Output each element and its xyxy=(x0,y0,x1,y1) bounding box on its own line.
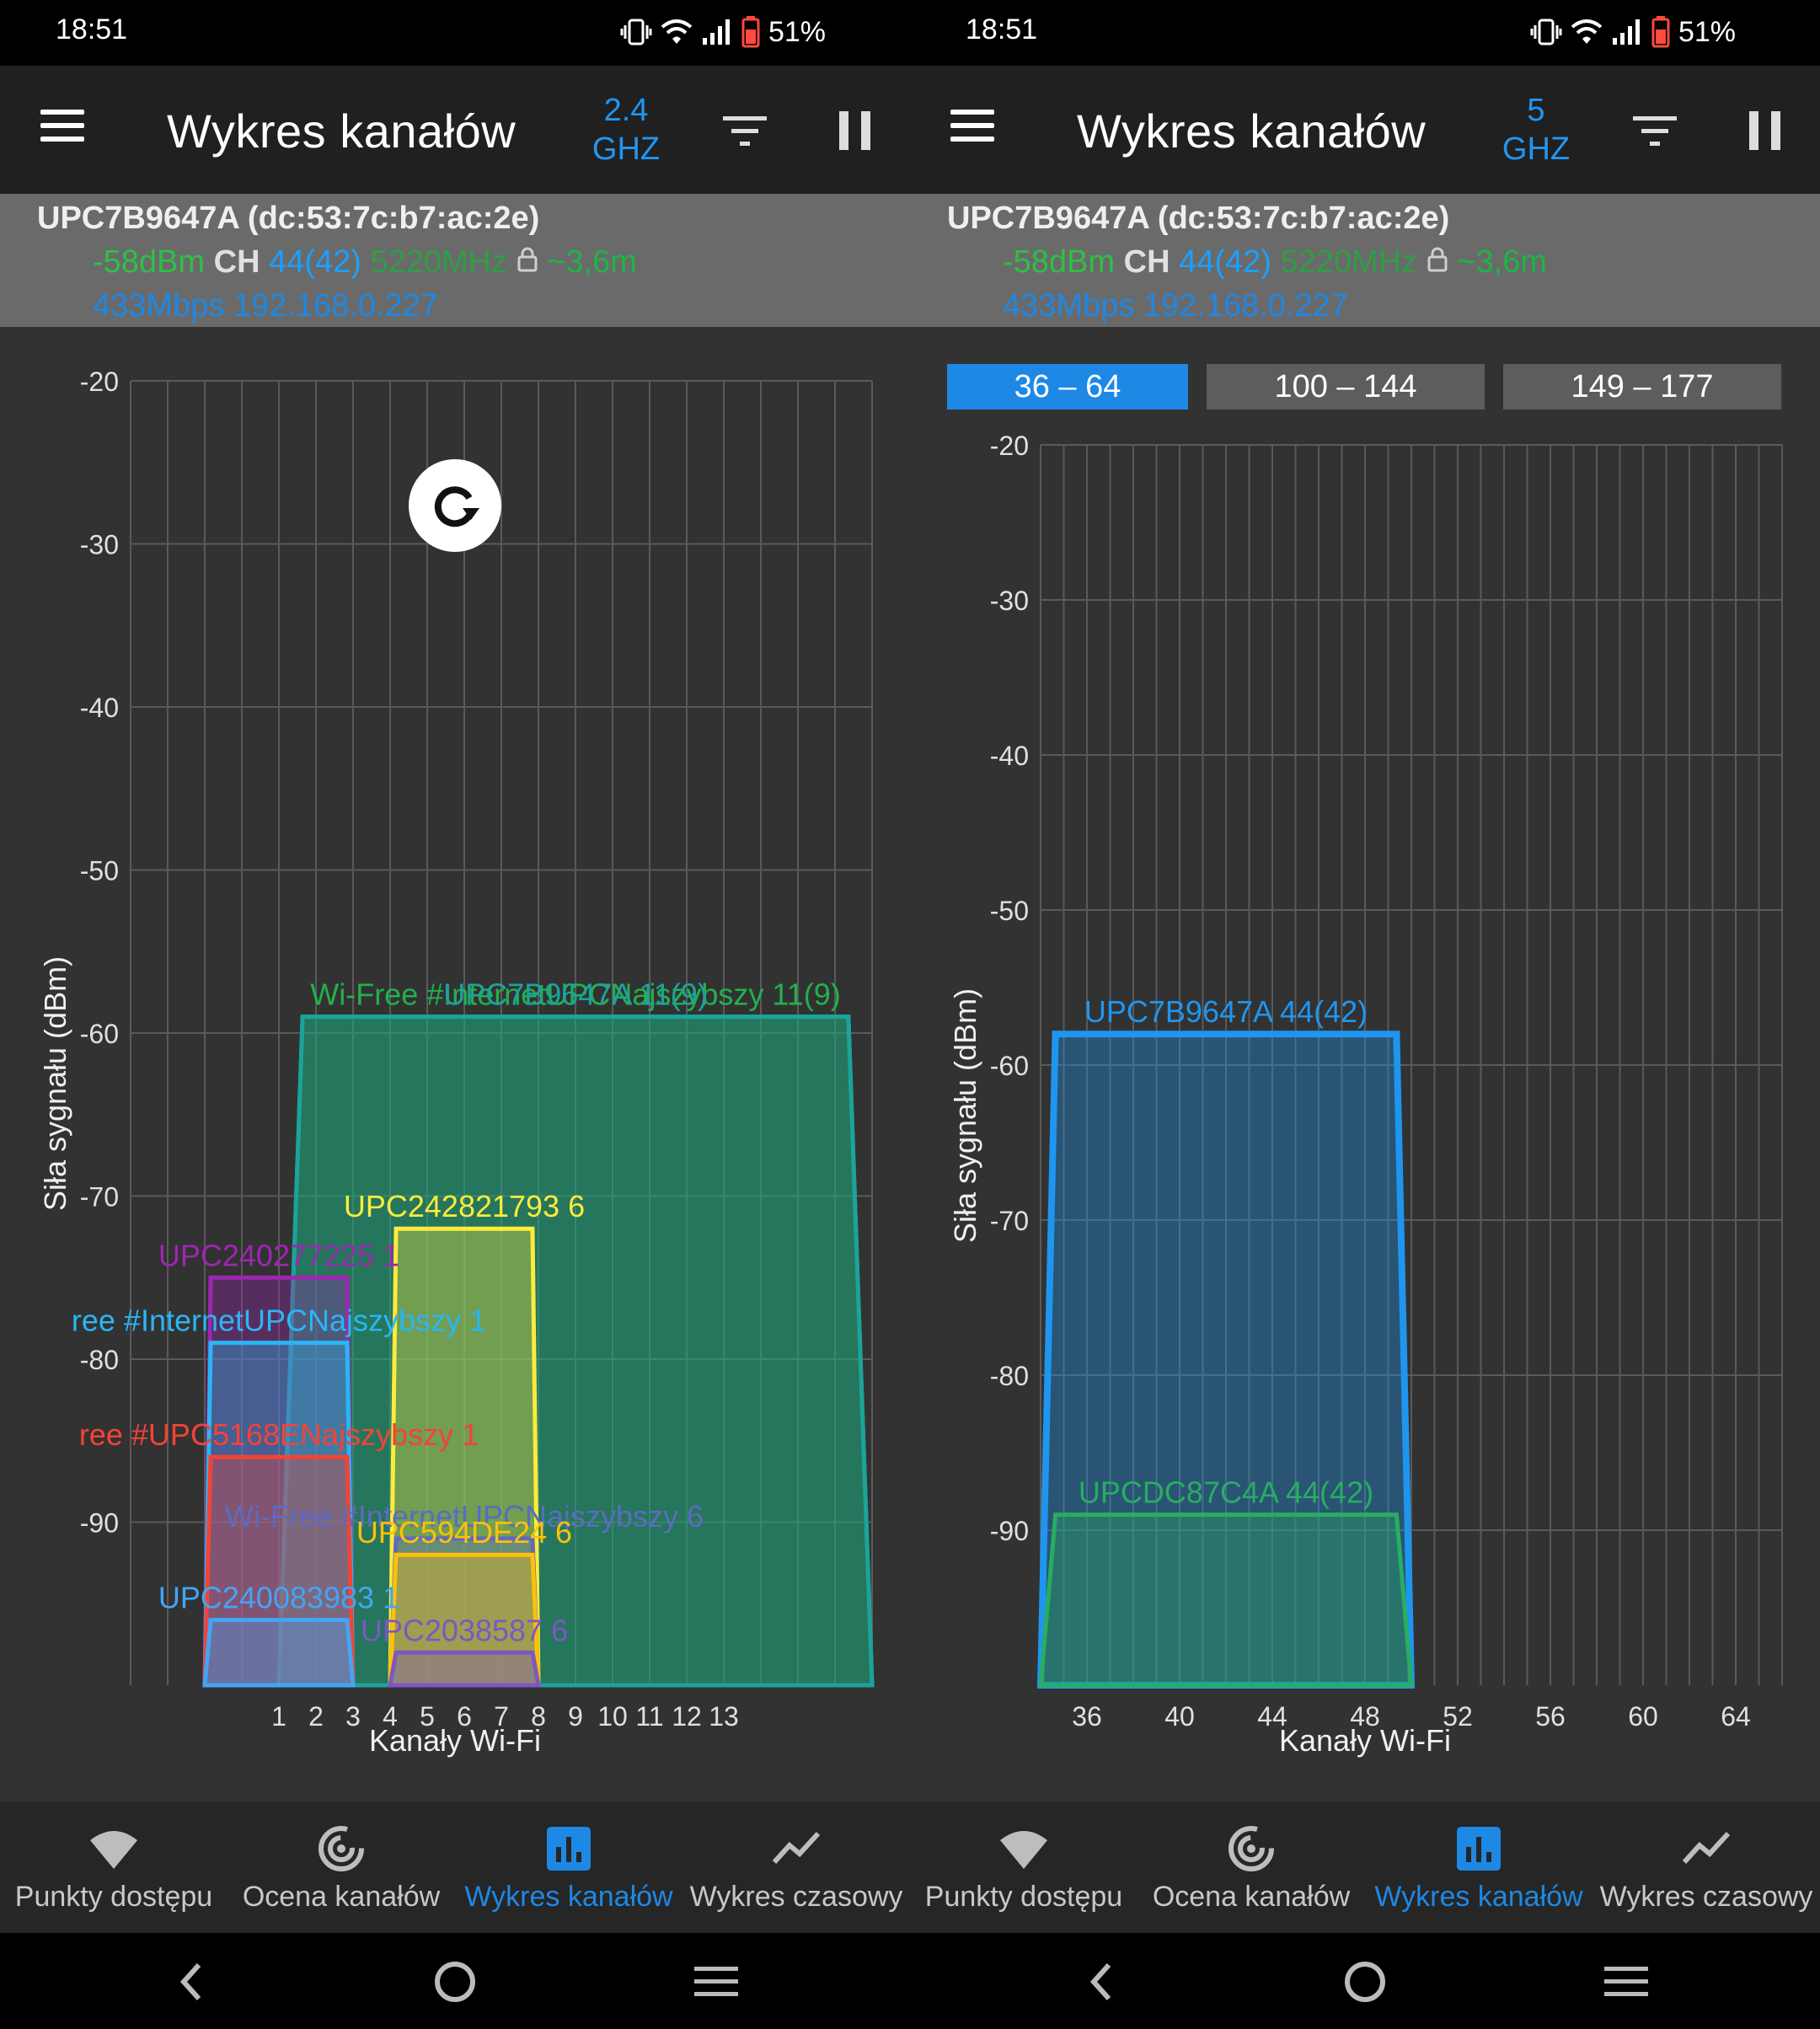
y-tick-label: -50 xyxy=(80,856,119,886)
wifi-icon xyxy=(1000,1831,1047,1869)
nav-access-points[interactable]: Punkty dostępu xyxy=(910,1801,1138,1933)
series-label: UPCDC87C4A 44(42) xyxy=(1079,1475,1373,1510)
recents-icon[interactable] xyxy=(1601,1958,1651,2005)
bar-chart-icon xyxy=(1457,1827,1501,1871)
nav-access-points[interactable]: Punkty dostępu xyxy=(0,1801,228,1933)
nav-channel-graph[interactable]: Wykres kanałów xyxy=(455,1801,682,1933)
series-label: UPC594DE24 6 xyxy=(356,1515,572,1550)
refresh-button[interactable] xyxy=(409,459,501,552)
x-tick-label: 64 xyxy=(1721,1701,1751,1732)
x-tick-label: 13 xyxy=(709,1701,739,1732)
bottom-navigation: Punkty dostępu Ocena kanałów Wykres kana… xyxy=(910,1801,1820,1933)
bottom-navigation: Punkty dostępu Ocena kanałów Wykres kana… xyxy=(0,1801,910,1933)
x-tick-label: 10 xyxy=(597,1701,628,1732)
series-label: UPC2038587 6 xyxy=(361,1613,568,1647)
channel-graph: -20-30-40-50-60-70-80-9036 40 44 48 52 56 60 64… xyxy=(948,431,1783,1758)
y-tick-label: -40 xyxy=(990,741,1029,771)
series-label: UPC7B9647A 11(9) xyxy=(443,977,708,1012)
line-chart-icon xyxy=(1682,1831,1731,1865)
series-area xyxy=(1038,1512,1414,1688)
nav-channel-rating[interactable]: Ocena kanałów xyxy=(228,1801,455,1933)
bar-chart-icon xyxy=(547,1827,591,1871)
nav-label: Wykres czasowy xyxy=(1599,1881,1813,1913)
y-tick-label: -50 xyxy=(990,896,1029,926)
back-icon[interactable] xyxy=(167,1958,217,2005)
y-tick-label: -20 xyxy=(990,431,1029,461)
y-tick-label: -90 xyxy=(990,1516,1029,1546)
nav-channel-rating[interactable]: Ocena kanałów xyxy=(1138,1801,1365,1933)
nav-label: Wykres kanałów xyxy=(1374,1881,1583,1913)
screen-5ghz: 18:51 51% Wykres kanałów 5 GHZ UPC7B9647… xyxy=(910,0,1820,2029)
radar-icon xyxy=(318,1826,364,1871)
home-icon[interactable] xyxy=(1340,1958,1390,2005)
channel-chart-2-4ghz: -20 -30 -40 -50 -60 -70 -80 -90 1 2 3 4 5 6 7 8 9 10 11 12 1… xyxy=(0,0,910,1806)
line-chart-icon xyxy=(772,1831,821,1865)
y-tick-label: -30 xyxy=(80,530,119,560)
radar-icon xyxy=(1228,1826,1274,1871)
nav-label: Wykres kanałów xyxy=(464,1881,673,1913)
system-navigation xyxy=(0,1933,910,2029)
y-tick-label: -80 xyxy=(80,1345,119,1375)
series-label: UPC240277225 1 xyxy=(158,1238,399,1272)
refresh-icon xyxy=(434,486,479,527)
channel-chart-5ghz: -20 -30 -40 -50 -60 -70 -80 -90 36 40 44 48 52 56 60 64… xyxy=(910,0,1820,1806)
y-tick-label: -90 xyxy=(80,1508,119,1539)
series-label: ree #InternetUPCNajszybszy 1 xyxy=(72,1304,486,1338)
x-tick-label: 56 xyxy=(1535,1701,1566,1732)
y-tick-label: -20 xyxy=(80,367,119,397)
screen-2-4ghz: 18:51 51% Wykres kanałów 2.4 GHZ UPC7B96… xyxy=(0,0,910,2029)
wifi-icon xyxy=(90,1831,137,1869)
x-tick-label: 12 xyxy=(672,1701,702,1732)
nav-time-graph[interactable]: Wykres czasowy xyxy=(682,1801,910,1933)
system-navigation xyxy=(910,1933,1820,2029)
x-axis-label: Kanały Wi-Fi xyxy=(1279,1723,1451,1758)
series-label: UPC240083983 1 xyxy=(158,1581,399,1615)
nav-label: Ocena kanałów xyxy=(1152,1881,1351,1913)
y-tick-label: -60 xyxy=(990,1051,1029,1081)
y-axis-label: Siła sygnału (dBm) xyxy=(948,988,982,1243)
series-label: UPC242821793 6 xyxy=(344,1189,585,1223)
x-tick-label: 40 xyxy=(1164,1701,1195,1732)
back-icon[interactable] xyxy=(1077,1958,1127,2005)
x-tick-label: 60 xyxy=(1628,1701,1658,1732)
x-tick-label: 11 xyxy=(635,1701,663,1732)
y-tick-label: -70 xyxy=(80,1182,119,1213)
x-tick-label: 36 xyxy=(1072,1701,1102,1732)
y-tick-label: -60 xyxy=(80,1019,119,1049)
x-tick-label: 3 xyxy=(345,1701,361,1732)
recents-icon[interactable] xyxy=(691,1958,741,2005)
series-area xyxy=(388,1650,541,1688)
y-tick-label: -30 xyxy=(990,586,1029,616)
x-axis-label: Kanały Wi-Fi xyxy=(369,1723,541,1758)
home-icon[interactable] xyxy=(430,1958,480,2005)
nav-label: Punkty dostępu xyxy=(924,1881,1123,1913)
y-tick-label: -70 xyxy=(990,1206,1029,1236)
nav-label: Wykres czasowy xyxy=(689,1881,903,1913)
series-area xyxy=(202,1618,356,1688)
nav-label: Punkty dostępu xyxy=(14,1881,213,1913)
y-tick-label: -40 xyxy=(80,693,119,723)
x-tick-label: 1 xyxy=(271,1701,286,1732)
nav-channel-graph[interactable]: Wykres kanałów xyxy=(1365,1801,1592,1933)
y-tick-label: -80 xyxy=(990,1361,1029,1391)
series-label: UPC7B9647A 44(42) xyxy=(1084,994,1368,1029)
y-axis-label: Siła sygnału (dBm) xyxy=(38,956,72,1211)
x-tick-label: 9 xyxy=(568,1701,583,1732)
channel-graph: -20-30-40-50-60-70-80-901 2 3 4 5 6 7 8 9 10 11 12 1… xyxy=(38,367,875,1758)
x-tick-label: 2 xyxy=(308,1701,324,1732)
series-label: ree #UPC5168ENajszybszy 1 xyxy=(79,1417,479,1452)
nav-time-graph[interactable]: Wykres czasowy xyxy=(1592,1801,1820,1933)
nav-label: Ocena kanałów xyxy=(242,1881,441,1913)
